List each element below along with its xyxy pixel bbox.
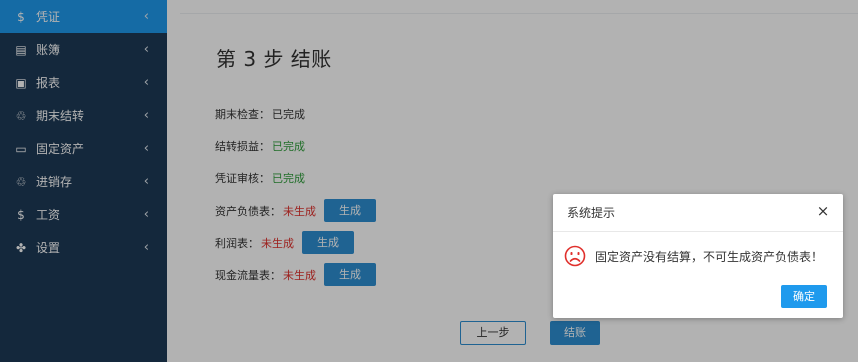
close-icon[interactable]: × [815,203,831,219]
dialog-header: 系统提示 × [553,194,843,232]
confirm-button[interactable]: 确定 [781,285,827,308]
sad-face-icon [564,245,586,267]
dialog-message: 固定资产没有结算，不可生成资产负债表！ [595,249,824,264]
dialog-body: 固定资产没有结算，不可生成资产负债表！ [564,245,823,267]
system-alert-dialog: 系统提示 × 固定资产没有结算，不可生成资产负债表！ 确定 [553,194,843,318]
dialog-title: 系统提示 [567,206,616,220]
